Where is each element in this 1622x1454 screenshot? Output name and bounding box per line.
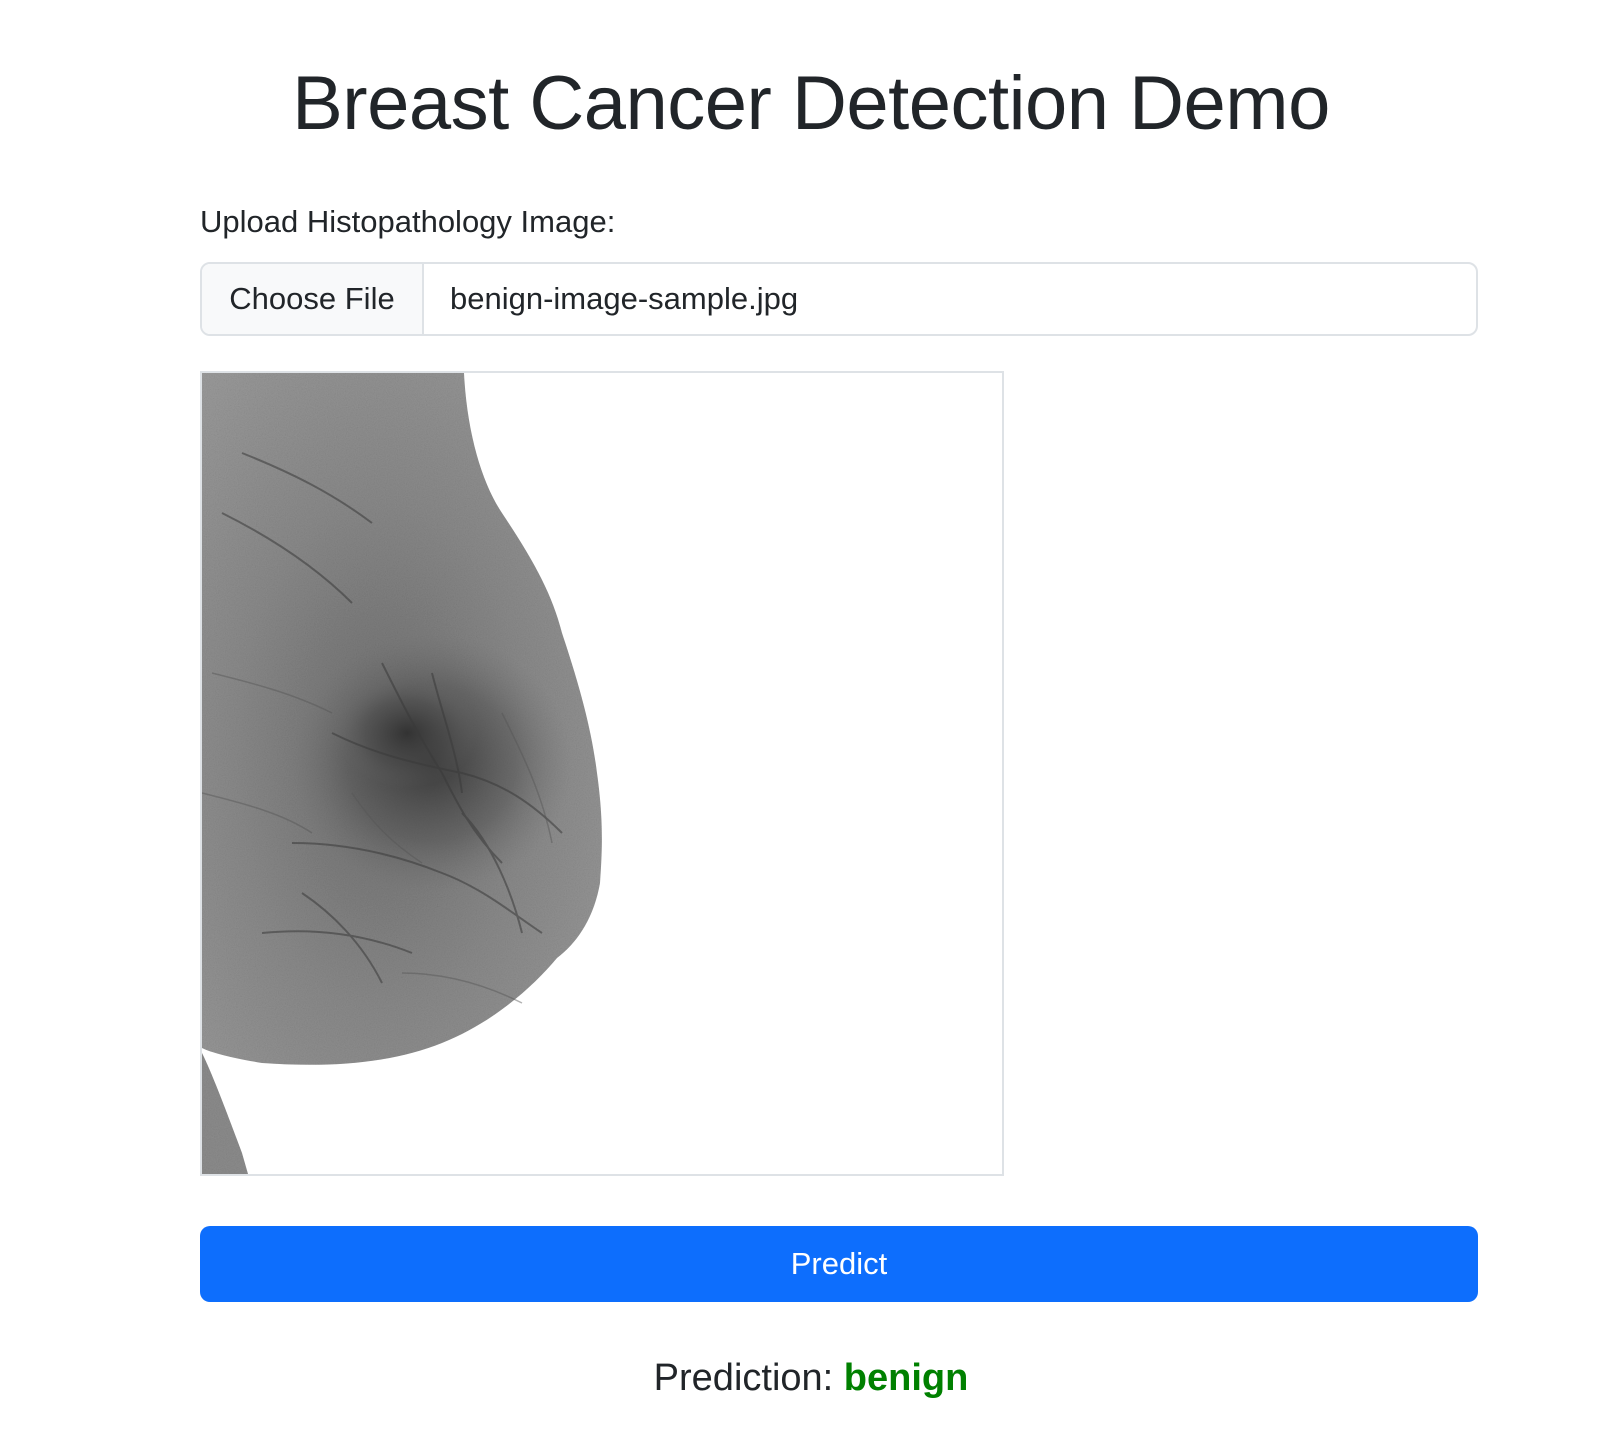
page: Breast Cancer Detection Demo Upload Hist… <box>0 0 1622 1454</box>
file-input[interactable]: Choose File benign-image-sample.jpg <box>200 262 1478 336</box>
choose-file-button[interactable]: Choose File <box>202 264 424 334</box>
predict-button[interactable]: Predict <box>200 1226 1478 1302</box>
mammogram-image <box>202 373 602 1174</box>
selected-file-name: benign-image-sample.jpg <box>450 281 799 316</box>
upload-label: Upload Histopathology Image: <box>200 204 616 239</box>
prediction-label: Prediction: <box>653 1357 834 1399</box>
prediction-output: Prediction: benign <box>0 1352 1622 1404</box>
page-title: Breast Cancer Detection Demo <box>292 61 1330 146</box>
image-preview <box>200 371 1004 1176</box>
prediction-result: benign <box>843 1357 969 1399</box>
